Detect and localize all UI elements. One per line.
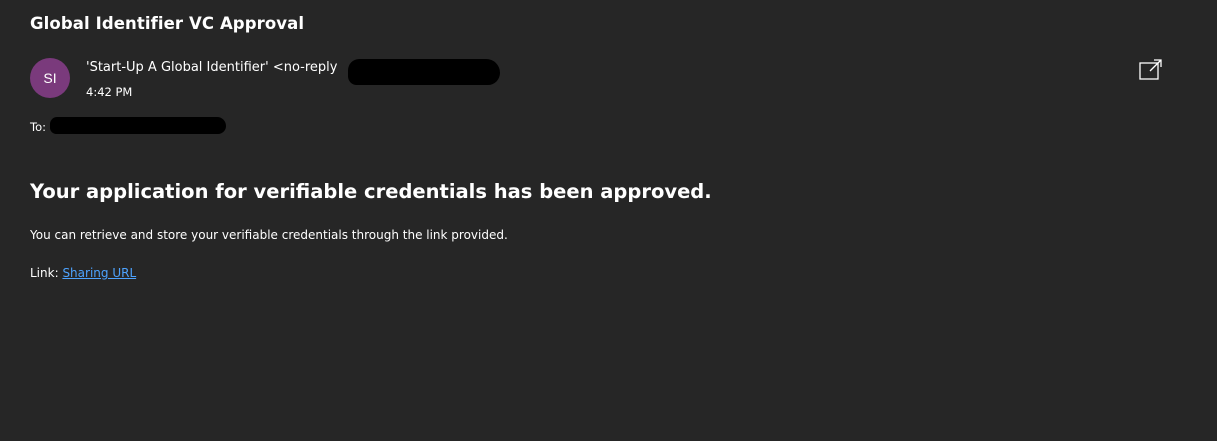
sharing-url-link[interactable]: Sharing URL	[62, 266, 136, 280]
email-subject: Global Identifier VC Approval	[30, 14, 305, 33]
sender-name[interactable]: 'Start-Up A Global Identifier' <no-reply	[86, 60, 337, 75]
email-headline: Your application for verifiable credenti…	[30, 180, 712, 203]
to-label: To:	[30, 120, 46, 134]
email-time: 4:42 PM	[86, 85, 133, 99]
sender-avatar[interactable]: SI	[30, 58, 70, 98]
sender-initials: SI	[43, 70, 57, 86]
redaction-sender-address	[348, 59, 500, 85]
redaction-recipient	[50, 117, 226, 134]
email-paragraph: You can retrieve and store your verifiab…	[30, 228, 508, 242]
link-line: Link: Sharing URL	[30, 266, 136, 280]
link-label: Link:	[30, 266, 63, 280]
email-reading-pane: Global Identifier VC Approval SI 'Start-…	[0, 0, 1217, 441]
to-field: To:	[30, 120, 46, 134]
popout-window-icon[interactable]	[1138, 58, 1164, 82]
